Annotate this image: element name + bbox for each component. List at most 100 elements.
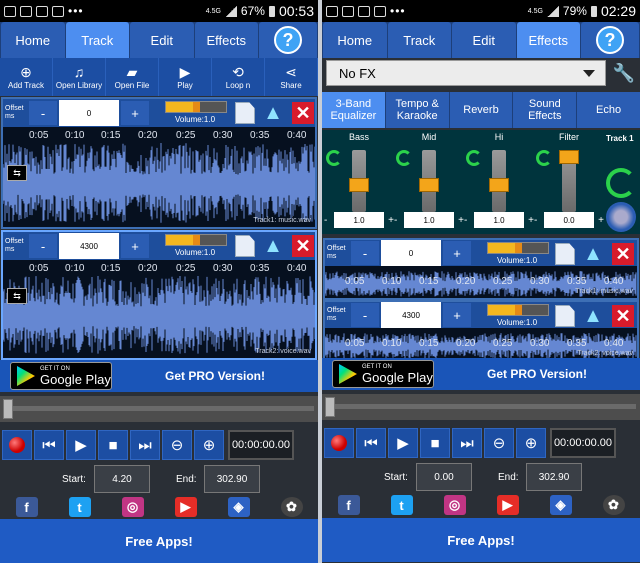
close-icon[interactable]: ✕	[292, 102, 314, 124]
zoom-out-button[interactable]: ⊖	[484, 428, 514, 458]
waveform-2[interactable]: 0:05 0:10 0:15 0:20 0:25 0:30 0:35 0:40 …	[3, 260, 315, 358]
wrench-icon[interactable]: 🔧	[610, 60, 638, 86]
track-panel-1[interactable]: Offset ms - 0 + Volume:1.0 ▲ ✕ 0:05 0:10…	[323, 238, 639, 300]
position-slider[interactable]	[0, 396, 318, 422]
volume-slider[interactable]	[487, 304, 549, 316]
stop-button[interactable]: ■	[98, 430, 128, 460]
volume-slider[interactable]	[165, 101, 227, 113]
band-minus-button[interactable]: -	[534, 215, 537, 226]
settings-check-icon[interactable]	[606, 202, 636, 232]
twitter-icon[interactable]: t	[390, 495, 413, 515]
volume-slider[interactable]	[487, 242, 549, 254]
tab-reverb[interactable]: Reverb	[449, 92, 513, 128]
band-minus-button[interactable]: -	[464, 215, 467, 226]
tab-echo[interactable]: Echo	[577, 92, 640, 128]
close-icon[interactable]: ✕	[292, 235, 314, 257]
band-knob[interactable]	[489, 178, 509, 192]
move-up-icon[interactable]: ▲	[580, 304, 606, 328]
zoom-in-button[interactable]: ⊕	[516, 428, 546, 458]
band-minus-button[interactable]: -	[394, 215, 397, 226]
offset-plus-button[interactable]: +	[443, 241, 471, 265]
band-value[interactable]: 0.0	[544, 212, 594, 228]
skip-back-button[interactable]: ⏮	[356, 428, 386, 458]
zoom-out-button[interactable]: ⊖	[162, 430, 192, 460]
position-slider[interactable]	[322, 394, 640, 420]
fx-select[interactable]: No FX	[326, 60, 606, 86]
drag-handle-icon[interactable]: ⇆	[7, 288, 27, 304]
end-input[interactable]: 302.90	[204, 465, 260, 493]
offset-plus-button[interactable]: +	[121, 234, 149, 258]
band-minus-button[interactable]: -	[324, 215, 327, 226]
slider-knob[interactable]	[325, 397, 335, 417]
facebook-icon[interactable]: f	[15, 497, 38, 517]
zoom-in-button[interactable]: ⊕	[194, 430, 224, 460]
waveform-1[interactable]: 0:05 0:10 0:15 0:20 0:25 0:30 0:35 0:40 …	[3, 127, 315, 227]
move-up-icon[interactable]: ▲	[260, 234, 286, 258]
offset-minus-button[interactable]: -	[351, 241, 379, 265]
stop-button[interactable]: ■	[420, 428, 450, 458]
youtube-icon[interactable]: ▶	[496, 495, 519, 515]
get-pro-link[interactable]: Get PRO Version!	[434, 367, 640, 381]
skip-forward-button[interactable]: ⏭	[130, 430, 160, 460]
app-icon[interactable]: ◈	[227, 497, 250, 517]
track-panel-2[interactable]: Offset ms - 4300 + Volume:1.0 ▲ ✕ 0:05 0…	[1, 230, 317, 360]
document-icon[interactable]	[235, 102, 255, 124]
free-apps-button[interactable]: Free Apps!	[0, 519, 318, 563]
free-apps-button[interactable]: Free Apps!	[322, 518, 640, 562]
offset-minus-button[interactable]: -	[351, 303, 379, 327]
band-plus-button[interactable]: +	[598, 215, 604, 226]
record-button[interactable]	[2, 430, 32, 460]
close-icon[interactable]: ✕	[612, 305, 634, 327]
open-library-button[interactable]: ♫ Open Library	[53, 58, 106, 96]
start-input[interactable]: 4.20	[94, 465, 150, 493]
move-up-icon[interactable]: ▲	[260, 101, 286, 125]
document-icon[interactable]	[555, 243, 575, 265]
app-icon[interactable]: ◈	[549, 495, 572, 515]
offset-minus-button[interactable]: -	[29, 234, 57, 258]
apply-icon[interactable]	[606, 168, 636, 198]
band-value[interactable]: 1.0	[404, 212, 454, 228]
band-knob[interactable]	[349, 178, 369, 192]
volume-slider[interactable]	[165, 234, 227, 246]
drag-handle-icon[interactable]: ⇆	[7, 165, 27, 181]
band-knob[interactable]	[419, 178, 439, 192]
reset-icon[interactable]	[326, 150, 342, 166]
band-knob[interactable]	[559, 150, 579, 164]
tab-effects[interactable]: Effects	[194, 22, 258, 58]
play-pause-button[interactable]: ▶	[66, 430, 96, 460]
start-input[interactable]: 0.00	[416, 463, 472, 491]
google-play-badge[interactable]: GET IT ON Google Play	[10, 362, 112, 390]
play-pause-button[interactable]: ▶	[388, 428, 418, 458]
tab-effects[interactable]: Effects	[516, 22, 580, 58]
tab-help[interactable]: ?	[259, 22, 317, 58]
reset-icon[interactable]	[536, 150, 552, 166]
band-value[interactable]: 1.0	[334, 212, 384, 228]
track-panel-2[interactable]: Offset ms - 4300 + Volume:1.0 ▲ ✕ 0:05 0…	[323, 300, 639, 362]
end-input[interactable]: 302.90	[526, 463, 582, 491]
loop-button[interactable]: ⟲ Loop n	[212, 58, 265, 96]
tab-home[interactable]: Home	[1, 22, 65, 58]
tab-edit[interactable]: Edit	[130, 22, 194, 58]
document-icon[interactable]	[235, 235, 255, 257]
share-button[interactable]: ⋖ Share	[265, 58, 318, 96]
waveform-2[interactable]: 0:05 0:10 0:15 0:20 0:25 0:30 0:35 0:40 …	[325, 328, 637, 360]
offset-input[interactable]: 4300	[59, 233, 119, 259]
film-icon[interactable]: ✿	[602, 495, 625, 515]
instagram-icon[interactable]: ◎	[443, 495, 466, 515]
youtube-icon[interactable]: ▶	[174, 497, 197, 517]
close-icon[interactable]: ✕	[612, 243, 634, 265]
instagram-icon[interactable]: ◎	[121, 497, 144, 517]
waveform-1[interactable]: 0:05 0:10 0:15 0:20 0:25 0:30 0:35 0:40 …	[325, 266, 637, 298]
offset-input[interactable]: 4300	[381, 302, 441, 328]
offset-plus-button[interactable]: +	[121, 101, 149, 125]
document-icon[interactable]	[555, 305, 575, 327]
twitter-icon[interactable]: t	[68, 497, 91, 517]
google-play-badge[interactable]: GET IT ON Google Play	[332, 360, 434, 388]
offset-input[interactable]: 0	[59, 100, 119, 126]
tab-track[interactable]: Track	[65, 22, 129, 58]
tab-sound-effects[interactable]: Sound Effects	[513, 92, 577, 128]
tab-edit[interactable]: Edit	[452, 22, 516, 58]
facebook-icon[interactable]: f	[337, 495, 360, 515]
film-icon[interactable]: ✿	[280, 497, 303, 517]
offset-minus-button[interactable]: -	[29, 101, 57, 125]
